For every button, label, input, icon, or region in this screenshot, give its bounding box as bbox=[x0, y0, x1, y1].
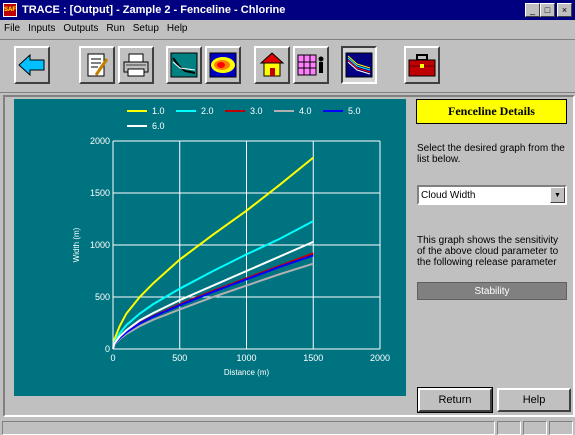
details-panel: Fenceline Details Select the desired gra… bbox=[410, 97, 573, 415]
y-tick-label: 0 bbox=[105, 344, 110, 354]
line-graph-icon bbox=[170, 52, 198, 78]
legend-label: 4.0 bbox=[299, 106, 312, 116]
printer-icon bbox=[123, 53, 149, 77]
status-cell-2 bbox=[523, 421, 547, 435]
toolbar bbox=[0, 39, 575, 93]
window-controls: _ □ × bbox=[525, 3, 572, 17]
x-tick-label: 2000 bbox=[370, 353, 390, 363]
menu-run[interactable]: Run bbox=[106, 23, 124, 34]
chart-panel: 0 500 1000 1500 2000 0 500 1000 1500 2000 Distance… bbox=[14, 99, 406, 396]
menu-inputs[interactable]: Inputs bbox=[28, 23, 55, 34]
report-button[interactable] bbox=[79, 46, 115, 84]
print-button[interactable] bbox=[118, 46, 154, 84]
window-title: TRACE : [Output] - Zample 2 - Fenceline … bbox=[22, 4, 286, 16]
legend-label: 3.0 bbox=[250, 106, 263, 116]
x-tick-label: 1000 bbox=[236, 353, 256, 363]
instructions-text: Select the desired graph from the list b… bbox=[417, 143, 565, 165]
legend-label: 5.0 bbox=[348, 106, 361, 116]
chevron-down-icon[interactable]: ▼ bbox=[550, 187, 565, 203]
series-line bbox=[112, 240, 314, 350]
fenceline-graph-icon bbox=[345, 52, 373, 78]
legend-label: 2.0 bbox=[201, 106, 214, 116]
graph-select-value: Cloud Width bbox=[421, 189, 476, 201]
panel-heading: Fenceline Details bbox=[416, 99, 567, 124]
status-cell-1 bbox=[497, 421, 521, 435]
close-button[interactable]: × bbox=[557, 3, 572, 17]
maximize-button[interactable]: □ bbox=[540, 3, 555, 17]
minimize-button[interactable]: _ bbox=[525, 3, 540, 17]
series-line bbox=[112, 262, 314, 350]
building-button[interactable] bbox=[254, 46, 290, 84]
y-tick-label: 2000 bbox=[90, 136, 110, 146]
building-icon bbox=[259, 52, 285, 77]
legend-label: 6.0 bbox=[152, 121, 165, 131]
fenceline-graph-button[interactable] bbox=[341, 46, 377, 84]
briefcase-icon bbox=[408, 54, 436, 77]
x-tick-label: 1500 bbox=[303, 353, 323, 363]
y-axis-label: Width (m) bbox=[72, 227, 81, 262]
back-button[interactable] bbox=[14, 46, 50, 84]
menu-setup[interactable]: Setup bbox=[133, 23, 159, 34]
app-icon[interactable]: SAF bbox=[3, 3, 17, 17]
y-tick-label: 1000 bbox=[90, 240, 110, 250]
briefcase-button[interactable] bbox=[404, 46, 440, 84]
chart-legend: 1.0 2.0 3.0 4.0 5.0 6.0 bbox=[127, 106, 361, 131]
return-button[interactable]: Return bbox=[417, 387, 493, 413]
legend-label: 1.0 bbox=[152, 106, 165, 116]
report-icon bbox=[87, 53, 109, 77]
contour-button[interactable] bbox=[205, 46, 241, 84]
menu-outputs[interactable]: Outputs bbox=[63, 23, 98, 34]
parameter-bar[interactable]: Stability bbox=[417, 282, 567, 300]
fenceline-chart: 0 500 1000 1500 2000 0 500 1000 1500 2000 Distance… bbox=[72, 106, 390, 377]
back-arrow-icon bbox=[18, 54, 45, 76]
status-cell-3 bbox=[549, 421, 573, 435]
x-tick-label: 0 bbox=[110, 353, 115, 363]
status-bar bbox=[0, 419, 575, 435]
contour-icon bbox=[209, 52, 237, 78]
series-line bbox=[112, 254, 314, 350]
help-button[interactable]: Help bbox=[497, 388, 571, 412]
menu-file[interactable]: File bbox=[4, 23, 20, 34]
menu-bar: File Inputs Outputs Run Setup Help bbox=[0, 20, 575, 37]
status-cell-main bbox=[2, 421, 495, 435]
y-tick-label: 1500 bbox=[90, 188, 110, 198]
x-axis-label: Distance (m) bbox=[224, 368, 270, 377]
description-text: This graph shows the sensitivity of the … bbox=[417, 235, 559, 268]
series-line bbox=[112, 252, 314, 350]
chart-series bbox=[112, 156, 314, 350]
graph-select[interactable]: Cloud Width ▼ bbox=[417, 185, 567, 205]
x-tick-label: 500 bbox=[172, 353, 187, 363]
title-bar: SAF TRACE : [Output] - Zample 2 - Fencel… bbox=[0, 0, 575, 20]
grid-person-icon bbox=[297, 54, 324, 76]
chart-axes: 0 500 1000 1500 2000 0 500 1000 1500 2000 Distance… bbox=[72, 136, 390, 377]
grid-person-button[interactable] bbox=[293, 46, 329, 84]
line-graph-button[interactable] bbox=[166, 46, 202, 84]
y-tick-label: 500 bbox=[95, 292, 110, 302]
menu-help[interactable]: Help bbox=[167, 23, 188, 34]
